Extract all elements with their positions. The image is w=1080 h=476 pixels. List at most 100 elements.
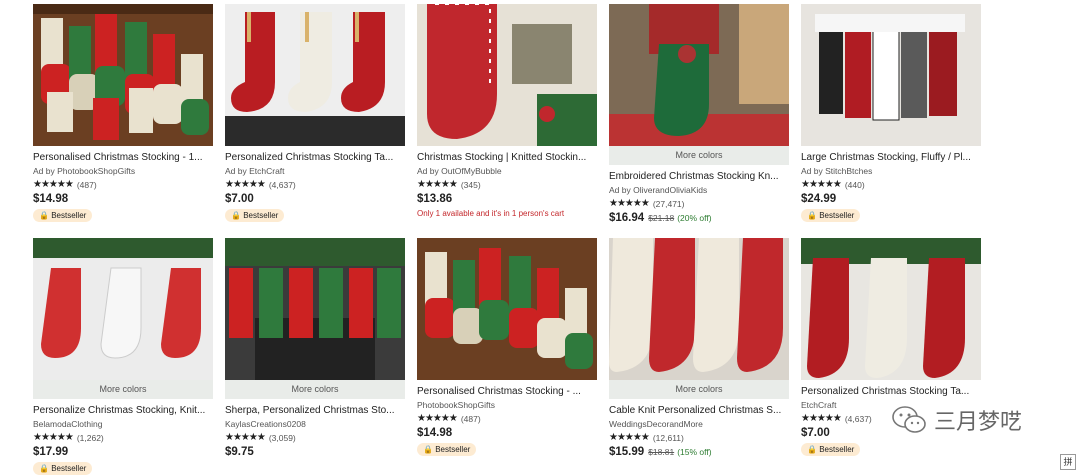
badge-label: Bestseller xyxy=(51,464,87,473)
listing-image[interactable] xyxy=(801,4,981,146)
more-colors-label: More colors xyxy=(225,380,405,399)
current-price: $24.99 xyxy=(801,193,837,205)
current-price: $9.75 xyxy=(225,446,254,458)
shop-name: WeddingsDecorandMore xyxy=(609,419,703,429)
listing-image[interactable] xyxy=(609,4,789,146)
star-rating-icon: ★★★★★ xyxy=(33,432,74,443)
listing-card[interactable]: Personalised Christmas Stocking - 1... A… xyxy=(33,4,213,223)
listing-title[interactable]: Large Christmas Stocking, Fluffy / Pl... xyxy=(801,152,979,163)
star-rating-icon: ★★★★★ xyxy=(417,179,458,190)
rating: ★★★★★ (3,059) xyxy=(225,432,405,443)
price: $24.99 xyxy=(801,193,981,205)
price: $14.98 xyxy=(33,193,213,205)
review-count: (4,637) xyxy=(268,179,296,190)
original-price: $18.81 xyxy=(648,447,675,457)
more-colors-label: More colors xyxy=(33,380,213,399)
listing-title[interactable]: Christmas Stocking | Knitted Stockin... xyxy=(417,152,595,163)
listing-image[interactable] xyxy=(225,4,405,146)
original-price: $21.18 xyxy=(648,213,675,223)
listing-title[interactable]: Personalized Christmas Stocking Ta... xyxy=(801,386,979,397)
listing-title[interactable]: Personalized Christmas Stocking Ta... xyxy=(225,152,403,163)
stock-warning: Only 1 available and it's in 1 person's … xyxy=(417,209,565,218)
rating: ★★★★★ (27,471) xyxy=(609,198,789,209)
shop-name: Ad by StitchBtches xyxy=(801,166,873,176)
star-rating-icon: ★★★★★ xyxy=(801,179,842,190)
badge-label: Bestseller xyxy=(819,445,855,454)
listing-image[interactable] xyxy=(417,4,597,146)
listing-card[interactable]: Large Christmas Stocking, Fluffy / Pl...… xyxy=(801,4,981,223)
review-count: (440) xyxy=(844,179,865,190)
listing-card[interactable]: More colors Embroidered Christmas Stocki… xyxy=(609,4,789,224)
listing-card[interactable]: Christmas Stocking | Knitted Stockin... … xyxy=(417,4,597,218)
bestseller-badge: 🔒 Bestseller xyxy=(225,209,285,222)
listing-title[interactable]: Personalised Christmas Stocking - ... xyxy=(417,386,595,397)
price: $7.00 xyxy=(225,193,405,205)
corner-glyph[interactable]: 拼 xyxy=(1060,454,1076,470)
listing-title[interactable]: Personalize Christmas Stocking, Knit... xyxy=(33,405,211,416)
review-count: (1,262) xyxy=(76,432,104,443)
shop-name: Ad by EtchCraft xyxy=(225,166,285,176)
bestseller-badge: 🔒 Bestseller xyxy=(417,443,477,456)
rating: ★★★★★ (487) xyxy=(417,413,597,424)
listing-image[interactable] xyxy=(225,238,405,380)
listing-title[interactable]: Cable Knit Personalized Christmas S... xyxy=(609,405,787,416)
rating: ★★★★★ (12,611) xyxy=(609,432,789,443)
discount: (20% off) xyxy=(677,213,712,223)
rating: ★★★★★ (440) xyxy=(801,179,981,190)
listing-card[interactable]: Personalised Christmas Stocking - ... Ph… xyxy=(417,238,597,457)
shop-name: BelamodaClothing xyxy=(33,419,103,429)
review-count: (345) xyxy=(460,179,481,190)
more-colors-label: More colors xyxy=(609,380,789,399)
review-count: (487) xyxy=(76,179,97,190)
bestseller-badge: 🔒 Bestseller xyxy=(801,443,861,456)
listing-card[interactable]: Personalized Christmas Stocking Ta... Ad… xyxy=(225,4,405,223)
listing-card[interactable]: More colors Sherpa, Personalized Christm… xyxy=(225,238,405,458)
badge-label: Bestseller xyxy=(51,211,87,220)
wechat-icon xyxy=(892,406,926,433)
star-rating-icon: ★★★★★ xyxy=(609,198,650,209)
star-rating-icon: ★★★★★ xyxy=(609,432,650,443)
listing-image[interactable] xyxy=(609,238,789,380)
listing-image[interactable] xyxy=(417,238,597,380)
review-count: (487) xyxy=(460,413,481,424)
bestseller-badge: 🔒 Bestseller xyxy=(33,462,93,475)
star-rating-icon: ★★★★★ xyxy=(801,413,842,424)
review-count: (12,611) xyxy=(652,432,684,443)
current-price: $7.00 xyxy=(225,193,254,205)
current-price: $14.98 xyxy=(417,427,453,439)
current-price: $17.99 xyxy=(33,446,69,458)
listing-card[interactable]: More colors Cable Knit Personalized Chri… xyxy=(609,238,789,458)
current-price: $7.00 xyxy=(801,427,830,439)
current-price: $13.86 xyxy=(417,193,453,205)
listing-title[interactable]: Personalised Christmas Stocking - 1... xyxy=(33,152,211,163)
watermark: 三月梦呓 xyxy=(892,404,1022,436)
rating: ★★★★★ (1,262) xyxy=(33,432,213,443)
listing-image[interactable] xyxy=(33,238,213,380)
current-price: $14.98 xyxy=(33,193,69,205)
shop-name: Ad by PhotobookShopGifts xyxy=(33,166,136,176)
listing-card[interactable]: More colors Personalize Christmas Stocki… xyxy=(33,238,213,476)
price: $15.99 $18.81 (15% off) xyxy=(609,446,789,458)
current-price: $15.99 xyxy=(609,446,645,458)
price: $16.94 $21.18 (20% off) xyxy=(609,212,789,224)
more-colors-label: More colors xyxy=(609,146,789,165)
star-rating-icon: ★★★★★ xyxy=(417,413,458,424)
review-count: (3,059) xyxy=(268,432,296,443)
price: $14.98 xyxy=(417,427,597,439)
listing-title[interactable]: Embroidered Christmas Stocking Kn... xyxy=(609,171,787,182)
watermark-text: 三月梦呓 xyxy=(934,409,1023,434)
current-price: $16.94 xyxy=(609,212,645,224)
shop-name: PhotobookShopGifts xyxy=(417,400,495,410)
bestseller-badge: 🔒 Bestseller xyxy=(801,209,861,222)
discount: (15% off) xyxy=(677,447,712,457)
listing-image[interactable] xyxy=(801,238,981,380)
review-count: (27,471) xyxy=(652,198,685,209)
rating: ★★★★★ (4,637) xyxy=(225,179,405,190)
price: $17.99 xyxy=(33,446,213,458)
listing-title[interactable]: Sherpa, Personalized Christmas Sto... xyxy=(225,405,403,416)
star-rating-icon: ★★★★★ xyxy=(225,432,266,443)
badge-label: Bestseller xyxy=(435,445,471,454)
shop-name: Ad by OutOfMyBubble xyxy=(417,166,502,176)
badge-label: Bestseller xyxy=(819,211,855,220)
listing-image[interactable] xyxy=(33,4,213,146)
